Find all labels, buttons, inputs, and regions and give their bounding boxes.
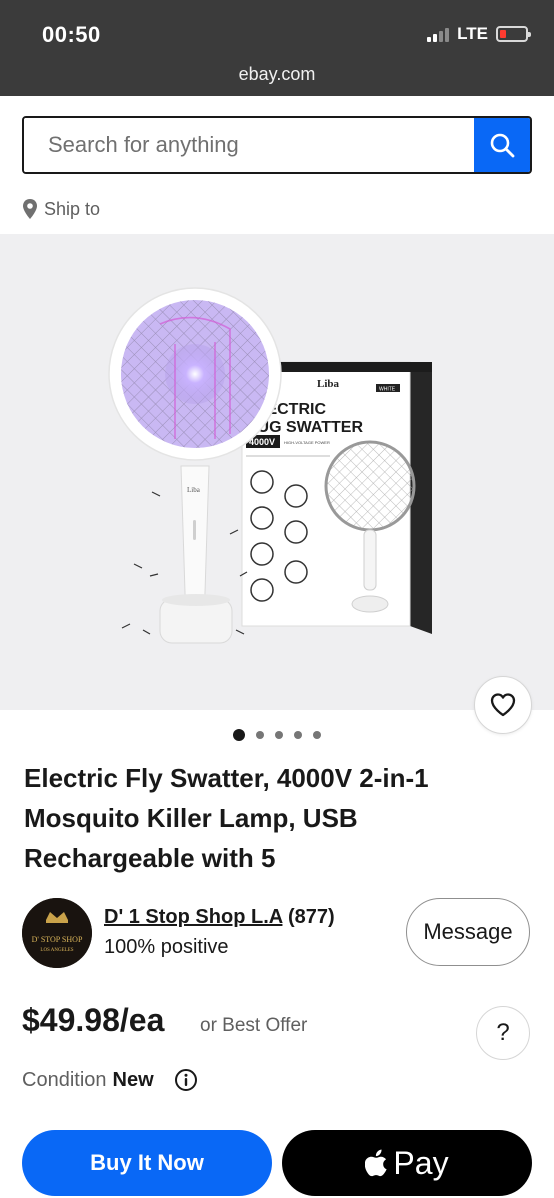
apple-pay-label: Pay	[393, 1144, 449, 1181]
seller-logo-line2: LOS ANGELES	[40, 948, 73, 953]
seller-logo: D' STOP SHOP LOS ANGELES	[22, 898, 92, 968]
search-bar	[22, 116, 532, 174]
seller-logo-line1: D' STOP SHOP	[32, 935, 83, 944]
watchlist-button[interactable]	[474, 676, 532, 734]
condition-row: Condition New	[22, 1068, 198, 1092]
handle-brand: Liba	[187, 486, 201, 494]
signal-icon	[427, 26, 450, 42]
condition-value: New	[112, 1068, 154, 1091]
carousel-indicator	[0, 729, 554, 741]
carousel-dot[interactable]	[256, 731, 264, 739]
heart-icon	[490, 693, 516, 717]
search-icon	[490, 133, 515, 158]
condition-label: Condition	[22, 1068, 107, 1091]
message-seller-button[interactable]: Message	[406, 898, 530, 966]
location-pin-icon	[23, 199, 37, 219]
item-price: $49.98/ea	[22, 1002, 165, 1038]
seller-name[interactable]: D' 1 Stop Shop L.A	[104, 906, 282, 928]
ship-to-selector[interactable]: Ship to	[22, 198, 100, 220]
network-type: LTE	[457, 24, 488, 43]
apple-pay-button[interactable]: Pay	[282, 1130, 532, 1196]
carousel-dot[interactable]	[294, 731, 302, 739]
product-photo: Liba WHITE ELECTRIC BUG SWATTER 4000V HI…	[108, 287, 432, 644]
address-bar-url[interactable]: ebay.com	[0, 64, 554, 85]
product-image-carousel[interactable]: Liba WHITE ELECTRIC BUG SWATTER 4000V HI…	[0, 234, 554, 710]
browser-top-bar: 00:50 LTE ebay.com	[0, 0, 554, 96]
status-indicators: LTE	[427, 24, 531, 44]
seller-feedback-count: (877)	[288, 906, 335, 928]
best-offer-label: or Best Offer	[200, 1015, 308, 1036]
product-title: Electric Fly Swatter, 4000V 2-in-1 Mosqu…	[24, 763, 429, 873]
search-button[interactable]	[474, 118, 530, 172]
seller-avatar[interactable]: D' STOP SHOP LOS ANGELES	[22, 898, 92, 968]
carousel-dot[interactable]	[233, 729, 245, 741]
info-icon[interactable]	[174, 1068, 198, 1092]
seller-positive-rating: 100% positive	[104, 936, 229, 958]
box-brand: Liba	[317, 378, 340, 390]
search-input[interactable]	[24, 118, 474, 172]
box-voltage-note: HIGH-VOLTAGE POWER	[284, 440, 330, 445]
carousel-dot[interactable]	[313, 731, 321, 739]
apple-logo-icon	[365, 1149, 388, 1177]
carousel-dot[interactable]	[275, 731, 283, 739]
box-tag: WHITE	[379, 387, 396, 393]
buy-it-now-button[interactable]: Buy It Now	[22, 1130, 272, 1196]
help-button[interactable]: ?	[476, 1006, 530, 1060]
seller-name-link[interactable]: D' 1 Stop Shop L.A (877)	[104, 906, 335, 929]
ship-to-label: Ship to	[44, 198, 101, 219]
status-time: 00:50	[42, 22, 101, 47]
battery-icon	[496, 26, 531, 42]
